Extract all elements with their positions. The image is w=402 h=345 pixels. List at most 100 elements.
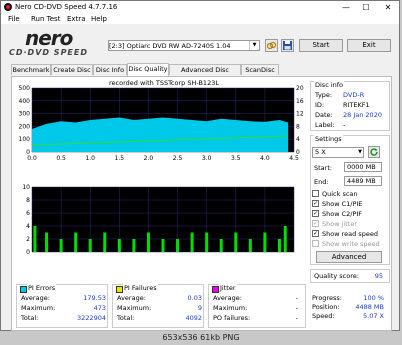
speed-select[interactable]: 5 X ▼ [312, 147, 364, 158]
close-icon[interactable]: ✕ [379, 2, 397, 13]
menu-file[interactable]: File [8, 15, 20, 23]
pi-errors-maximum-label: Maximum: [21, 304, 56, 312]
exit-button[interactable]: Exit [347, 39, 391, 52]
refresh-icon [370, 148, 378, 156]
x-tick-label: 3.5 [231, 155, 241, 162]
y2-tick-label: 0 [296, 149, 300, 156]
position-label: Position: [312, 303, 340, 311]
date-label: Date: [315, 111, 333, 119]
menu-extra[interactable]: Extra [67, 15, 85, 23]
speed-select-value: 5 X [315, 148, 326, 156]
pi-failures-maximum-value: 9 [197, 304, 202, 312]
y-tick-label: 0 [26, 249, 30, 254]
quick-scan-label: Quick scan [322, 190, 358, 198]
y-tick-label: 2 [26, 236, 30, 243]
app-window: Nero CD-DVD Speed 4.7.7.16 — ☐ ✕ File Ru… [0, 0, 400, 331]
pi-errors-total-label: Total: [21, 314, 39, 322]
date-value: 28 Jan 2020 [343, 111, 382, 119]
x-tick-label: 0.5 [56, 155, 66, 162]
pi-failures-bar [45, 232, 49, 252]
y-tick-label: 200 [19, 123, 31, 130]
jitter-average-label: Average: [213, 294, 242, 302]
pi-failures-bar [59, 239, 63, 252]
floppy-icon [283, 41, 292, 50]
type-value: DVD-R [343, 91, 365, 99]
show-read-speed-label: Show read speed [322, 230, 378, 238]
pi-errors-title: PI Errors [27, 284, 57, 292]
x-tick-label: 1.5 [115, 155, 125, 162]
end-field[interactable]: 4489 MB [344, 176, 382, 186]
minimize-icon[interactable]: — [337, 2, 355, 13]
checkbox-box: ✓ [312, 220, 319, 227]
refresh-button[interactable] [368, 146, 380, 158]
y-tick-label: 4 [26, 223, 30, 230]
pi-failures-bar [146, 232, 150, 252]
pi-failures-bar [283, 226, 287, 252]
x-tick-label: 1.0 [85, 155, 95, 162]
y2-tick-label: 16 [296, 98, 304, 105]
pi-failures-swatch [116, 286, 123, 293]
y2-tick-label: 20 [296, 85, 304, 92]
tab-create-disc[interactable]: Create Disc [51, 64, 93, 75]
checkbox-box [312, 190, 319, 197]
pi-failures-bar [263, 232, 267, 252]
tab-advanced-disc-quality[interactable]: Advanced Disc Quality [169, 64, 241, 84]
pi-failures-bar [219, 239, 223, 252]
chevron-down-icon: ▼ [358, 149, 362, 155]
pi-errors-total-value: 3222904 [77, 314, 106, 322]
y-tick-label: 400 [19, 98, 31, 105]
advanced-button[interactable]: Advanced [316, 251, 382, 263]
chart-area: recorded with TSSTcorp SH-B123L 0 100 200 3… [14, 79, 314, 262]
start-button[interactable]: Start [299, 39, 343, 52]
po-failures-label: PO failures: [213, 314, 251, 322]
start-field[interactable]: 0000 MB [344, 162, 382, 172]
show-jitter-checkbox[interactable]: ✓ Show jitter [312, 220, 382, 229]
save-button[interactable] [281, 39, 294, 52]
pi-failures-bar [117, 239, 121, 252]
show-jitter-label: Show jitter [322, 220, 357, 228]
pi-failures-bar [277, 239, 281, 252]
pi-failures-average-value: 0.03 [187, 294, 202, 302]
pi-failures-maximum-label: Maximum: [117, 304, 152, 312]
disc-info-group: Disc info Type: DVD-R ID: RITEKF1 Date: 28 … [310, 81, 390, 131]
tab-benchmark[interactable]: Benchmark [11, 64, 51, 75]
x-tick-label: 4.5 [289, 155, 299, 162]
menu-help[interactable]: Help [91, 15, 107, 23]
pi-errors-average-label: Average: [21, 294, 50, 302]
pi-errors-swatch [20, 286, 27, 293]
show-c1-pie-label: Show C1/PIE [322, 200, 363, 208]
show-c1-pie-checkbox[interactable]: ✓ Show C1/PIE [312, 200, 382, 209]
progress-value: 100 % [363, 294, 384, 302]
jitter-maximum-value: - [295, 304, 298, 312]
menu-run-test[interactable]: Run Test [31, 15, 60, 23]
pi-failures-title: PI Failures [123, 284, 158, 292]
jitter-group: Jitter Average: - Maximum: - PO failures: - [208, 284, 306, 328]
tab-scandisc[interactable]: ScanDisc [241, 64, 279, 75]
quick-scan-checkbox[interactable]: Quick scan [312, 190, 382, 199]
show-c2-pif-checkbox[interactable]: ✓ Show C2/PIF [312, 210, 382, 219]
show-write-speed-checkbox[interactable]: Show write speed [312, 240, 382, 249]
jitter-title: Jitter [219, 284, 237, 292]
tab-disc-quality[interactable]: Disc Quality [127, 63, 169, 76]
pi-failures-total-value: 4092 [185, 314, 202, 322]
jitter-average-value: - [295, 294, 298, 302]
pi-errors-area [32, 117, 289, 152]
drive-select[interactable]: [2:3] Optiarc DVD RW AD-7240S 1.04 ▼ [108, 40, 260, 51]
maximize-icon[interactable]: ☐ [357, 2, 375, 13]
checkbox-box: ✓ [312, 200, 319, 207]
show-read-speed-checkbox[interactable]: ✓ Show read speed [312, 230, 382, 239]
po-failures-value: - [295, 314, 298, 322]
chart-caption: recorded with TSSTcorp SH-B123L [109, 79, 219, 87]
settings-title: Settings [314, 135, 343, 143]
quality-score-box: Quality score: 95 [310, 269, 390, 283]
jitter-maximum-label: Maximum: [213, 304, 248, 312]
pi-failures-bar [74, 232, 78, 252]
pi-failures-bar [205, 232, 209, 252]
link-icon [266, 41, 277, 50]
checkbox-box [312, 240, 319, 247]
tab-disc-info[interactable]: Disc Info [93, 64, 127, 75]
drive-info-button[interactable] [265, 39, 278, 52]
pi-errors-group: PI Errors Average: 179.53 Maximum: 473 Tot… [16, 284, 108, 328]
x-tick-label: 2.0 [144, 155, 154, 162]
menu-bar: File Run Test Extra Help [1, 14, 399, 24]
